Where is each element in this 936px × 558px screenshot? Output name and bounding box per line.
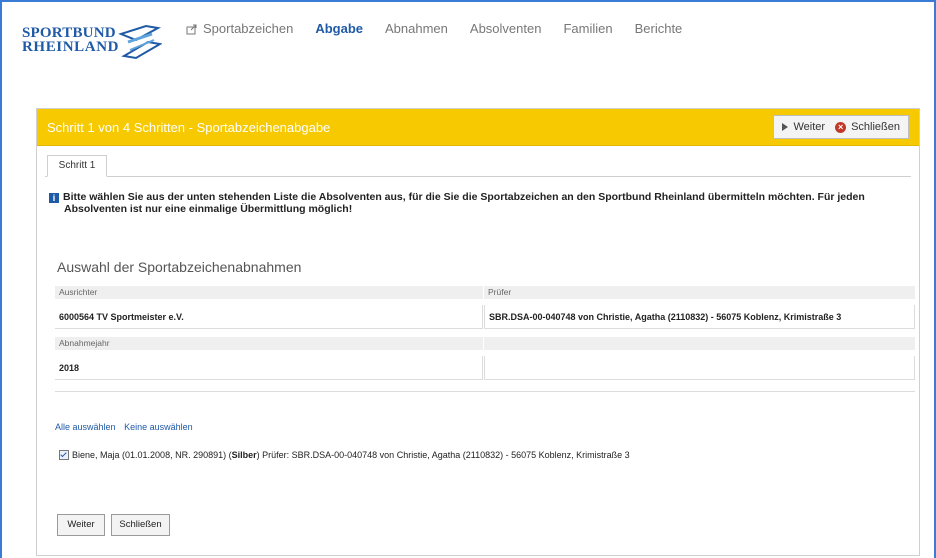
export-icon <box>186 24 197 34</box>
candidate-text-before: Biene, Maja (01.01.2008, NR. 290891) ( <box>72 450 232 460</box>
window-border-top <box>0 0 936 2</box>
tab-schritt-1[interactable]: Schritt 1 <box>47 155 107 177</box>
logo-text-line2: RHEINLAND <box>22 39 120 55</box>
candidate-medal: Silber <box>231 450 257 460</box>
nav-sportabzeichen[interactable]: Sportabzeichen <box>186 21 293 36</box>
header-close-label: Schließen <box>851 121 900 133</box>
abnahmejahr-value: 2018 <box>55 356 483 380</box>
nav-abgabe[interactable]: Abgabe <box>315 21 363 36</box>
pruefer-label: Prüfer <box>484 286 915 299</box>
wizard-title: Schritt 1 von 4 Schritten - Sportabzeich… <box>47 120 331 135</box>
info-message: i Bitte wählen Sie aus der unten stehende… <box>49 191 909 215</box>
nav-label: Sportabzeichen <box>203 21 294 36</box>
selection-links: Alle auswählen Keine auswählen <box>55 422 199 432</box>
close-circle-icon: × <box>835 121 847 133</box>
header-next-button[interactable]: Weiter <box>782 121 825 133</box>
pruefer-value: SBR.DSA-00-040748 von Christie, Agatha (… <box>484 305 915 329</box>
info-text-line2: Absolventen ist nur eine einmalige Überm… <box>64 203 353 215</box>
tab-bar: Schritt 1 <box>45 155 911 177</box>
ausrichter-label: Ausrichter <box>55 286 483 299</box>
nav-berichte[interactable]: Berichte <box>635 21 683 36</box>
nav-absolventen[interactable]: Absolventen <box>470 21 542 36</box>
candidate-checkbox[interactable] <box>59 450 69 460</box>
nav-abnahmen[interactable]: Abnahmen <box>385 21 448 36</box>
empty-header-cell <box>484 337 915 350</box>
wizard-panel: Schritt 1 von 4 Schritten - Sportabzeich… <box>36 108 920 556</box>
section-title: Auswahl der Sportabzeichenabnahmen <box>57 259 302 275</box>
footer-next-button[interactable]: Weiter <box>57 514 105 536</box>
footer-close-button[interactable]: Schließen <box>111 514 170 536</box>
select-all-link[interactable]: Alle auswählen <box>55 422 116 432</box>
info-text-line1: Bitte wählen Sie aus der unten stehenden… <box>63 191 865 203</box>
candidate-row[interactable]: Biene, Maja (01.01.2008, NR. 290891) (Si… <box>59 450 630 460</box>
select-none-link[interactable]: Keine auswählen <box>124 422 193 432</box>
abnahmejahr-label: Abnahmejahr <box>55 337 483 350</box>
sportbund-logo[interactable]: SPORTBUND RHEINLAND <box>22 20 162 62</box>
header-next-label: Weiter <box>793 121 826 133</box>
divider <box>55 391 915 392</box>
header-button-group: Weiter × Schließen <box>773 115 909 139</box>
header-close-button[interactable]: × Schließen <box>835 121 900 133</box>
info-icon: i <box>49 193 59 203</box>
ausrichter-value: 6000564 TV Sportmeister e.V. <box>55 305 483 329</box>
logo-emblem-icon <box>118 24 162 60</box>
nav-familien[interactable]: Familien <box>563 21 612 36</box>
play-icon <box>782 123 789 131</box>
main-nav: Sportabzeichen Abgabe Abnahmen Absolvent… <box>186 21 704 36</box>
empty-value-cell <box>484 356 915 380</box>
window-border-left <box>0 0 2 558</box>
candidate-text-after: ) Prüfer: SBR.DSA-00-040748 von Christie… <box>256 450 630 460</box>
wizard-header: Schritt 1 von 4 Schritten - Sportabzeich… <box>37 109 919 146</box>
